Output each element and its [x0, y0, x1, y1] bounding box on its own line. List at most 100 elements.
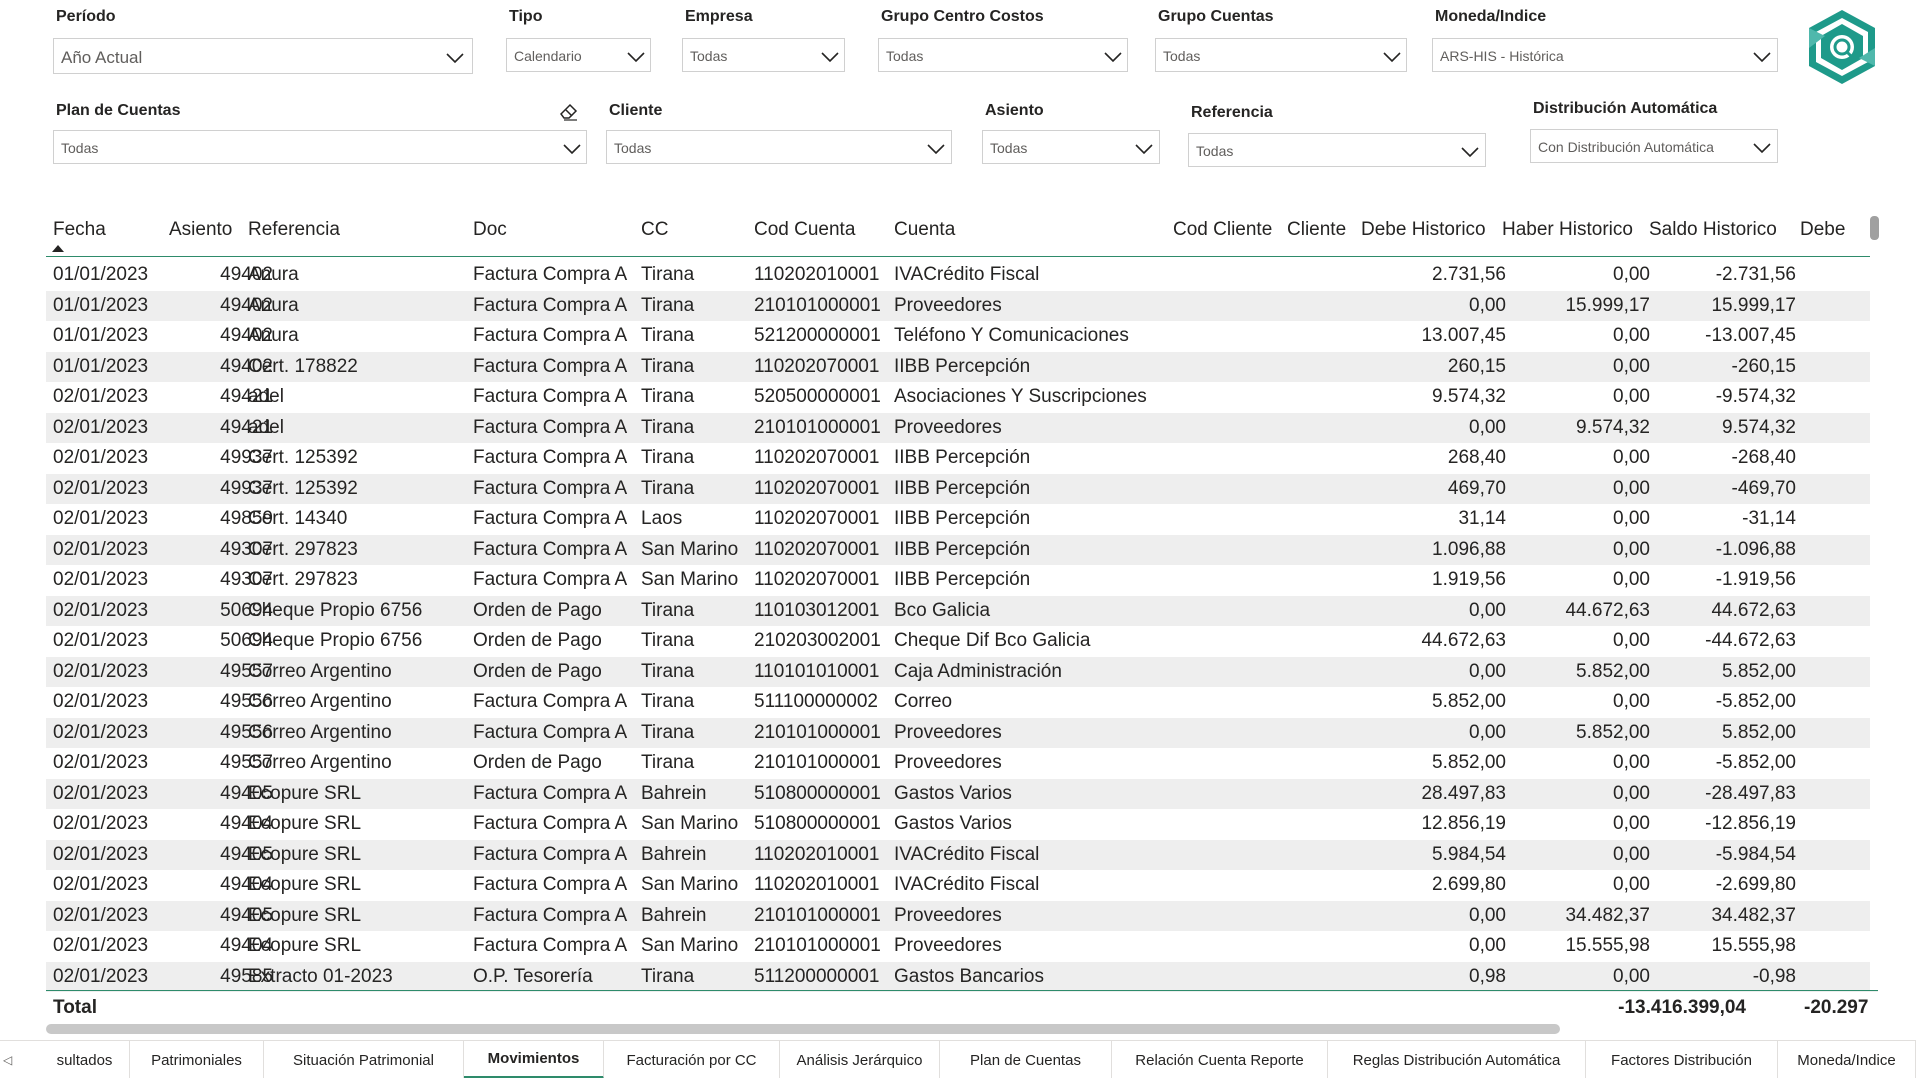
- table-row[interactable]: 01/01/2023 49402 Anura Factura Compra A Tira…: [46, 260, 1878, 291]
- cell-cc: San Marino: [641, 569, 739, 590]
- table-row[interactable]: 02/01/2023 50694 Cheque Propio 6756 Orden d…: [46, 626, 1878, 657]
- header-cod-cuenta[interactable]: Cod Cuenta: [754, 219, 855, 241]
- asiento-dropdown[interactable]: Todas: [982, 130, 1160, 164]
- page-tab[interactable]: Patrimoniales: [130, 1041, 264, 1078]
- table-row[interactable]: 01/01/2023 49402 Anura Factura Compra A Tira…: [46, 290, 1878, 321]
- cell-cod-cuenta: 210203002001: [754, 630, 881, 651]
- page-tab[interactable]: Reglas Distribución Automática: [1328, 1041, 1586, 1078]
- page-tab[interactable]: Plan de Cuentas: [940, 1041, 1112, 1078]
- table-row[interactable]: 02/01/2023 49405 Ecopure SRL Factura Compra…: [46, 900, 1878, 931]
- table-row[interactable]: 01/01/2023 49402 Cert. 178822 Factura Compr…: [46, 351, 1878, 382]
- chevron-down-icon: [927, 143, 945, 155]
- cell-haber-historico: 0,00: [1613, 752, 1650, 773]
- page-tab[interactable]: Movimientos: [464, 1041, 604, 1078]
- cell-saldo-historico: -2.699,80: [1715, 874, 1796, 895]
- table-row[interactable]: 02/01/2023 49557 Correo Argentino Orden de …: [46, 656, 1878, 687]
- cell-debe-historico: 0,00: [1469, 935, 1506, 956]
- empresa-dropdown[interactable]: Todas: [682, 38, 845, 72]
- tab-scroll-left-icon[interactable]: ◁: [3, 1053, 12, 1067]
- cell-cuenta: Gastos Varios: [894, 813, 1012, 834]
- distribucion-automatica-dropdown[interactable]: Con Distribución Automática: [1530, 129, 1778, 163]
- referencia-dropdown[interactable]: Todas: [1188, 133, 1486, 167]
- cell-cc: Tirana: [641, 325, 695, 346]
- periodo-dropdown[interactable]: Año Actual: [53, 38, 473, 74]
- cell-cod-cuenta: 110103012001: [754, 599, 880, 621]
- total-saldo-historico: -13.416.399,04: [1618, 997, 1746, 1018]
- header-haber-historico[interactable]: Haber Historico: [1502, 219, 1633, 241]
- chevron-down-icon: [563, 143, 581, 155]
- cell-haber-historico: 0,00: [1613, 874, 1650, 895]
- cell-haber-historico: 0,00: [1613, 691, 1650, 712]
- header-fecha[interactable]: Fecha: [53, 219, 106, 241]
- page-tab[interactable]: Factores Distribución: [1586, 1041, 1778, 1078]
- cell-referencia: Cert. 14340: [248, 508, 348, 529]
- cell-fecha: 02/01/2023: [53, 935, 149, 956]
- cell-doc: Factura Compra A: [473, 935, 628, 956]
- page-tab[interactable]: Moneda/Indice: [1778, 1041, 1916, 1078]
- cell-referencia: adel: [248, 416, 284, 438]
- table-row[interactable]: 02/01/2023 49937 Cert. 125392 Factura Compr…: [46, 473, 1878, 504]
- header-doc[interactable]: Doc: [473, 219, 507, 241]
- table-row[interactable]: 02/01/2023 49859 Cert. 14340 Factura Compra…: [46, 504, 1878, 535]
- table-row[interactable]: 02/01/2023 49557 Correo Argentino Orden de …: [46, 748, 1878, 779]
- table-row[interactable]: 02/01/2023 49585 Extracto 01-2023 O.P. Teso…: [46, 961, 1878, 992]
- cell-cc: Tirana: [641, 660, 695, 682]
- horizontal-scrollbar[interactable]: [46, 1024, 1560, 1034]
- header-referencia[interactable]: Referencia: [248, 219, 340, 241]
- table-row[interactable]: 02/01/2023 49405 Ecopure SRL Factura Compra…: [46, 839, 1878, 870]
- cell-referencia: Cert. 125392: [248, 477, 358, 499]
- plan-de-cuentas-dropdown[interactable]: Todas: [53, 130, 587, 164]
- grupo-centro-costos-dropdown[interactable]: Todas: [878, 38, 1128, 72]
- grupo-cuentas-dropdown[interactable]: Todas: [1155, 38, 1407, 72]
- cell-cod-cuenta: 110202010001: [754, 843, 880, 865]
- cliente-dropdown[interactable]: Todas: [606, 130, 952, 164]
- cell-doc: Factura Compra A: [473, 721, 628, 743]
- table-row[interactable]: 02/01/2023 49421 adel Factura Compra A Tiran…: [46, 382, 1878, 413]
- cell-referencia: Ecopure SRL: [248, 904, 362, 926]
- cell-doc: Factura Compra A: [473, 508, 628, 529]
- page-tab[interactable]: sultados: [40, 1041, 130, 1078]
- cell-doc: O.P. Tesorería: [473, 965, 593, 987]
- cell-referencia: Ecopure SRL: [248, 935, 362, 956]
- table-row[interactable]: 02/01/2023 49404 Ecopure SRL Factura Compra…: [46, 870, 1878, 901]
- header-cliente[interactable]: Cliente: [1287, 219, 1346, 241]
- cell-cod-cuenta: 210101000001: [754, 935, 881, 956]
- moneda-indice-dropdown[interactable]: ARS-HIS - Histórica: [1432, 38, 1778, 72]
- table-row[interactable]: 02/01/2023 49421 adel Factura Compra A Tiran…: [46, 412, 1878, 443]
- header-debe-historico[interactable]: Debe Historico: [1361, 219, 1486, 241]
- table-row[interactable]: 02/01/2023 49556 Correo Argentino Factura C…: [46, 687, 1878, 718]
- header-debe[interactable]: Debe: [1800, 219, 1845, 241]
- page-tab[interactable]: Análisis Jerárquico: [780, 1041, 940, 1078]
- cell-debe-historico: 260,15: [1447, 355, 1506, 377]
- filter-label: Asiento: [985, 102, 1044, 119]
- cell-fecha: 01/01/2023: [53, 325, 149, 346]
- header-cod-cliente[interactable]: Cod Cliente: [1173, 219, 1272, 241]
- cell-doc: Factura Compra A: [473, 843, 628, 865]
- page-tab[interactable]: Situación Patrimonial: [264, 1041, 464, 1078]
- tipo-dropdown[interactable]: Calendario: [506, 38, 651, 72]
- header-saldo-historico[interactable]: Saldo Historico: [1649, 219, 1777, 241]
- page-tab[interactable]: Relación Cuenta Reporte: [1112, 1041, 1328, 1078]
- cell-fecha: 02/01/2023: [53, 660, 149, 682]
- chevron-down-icon: [1753, 142, 1771, 154]
- table-row[interactable]: 02/01/2023 49556 Correo Argentino Factura C…: [46, 717, 1878, 748]
- cell-doc: Factura Compra A: [473, 813, 628, 834]
- cell-haber-historico: 5.852,00: [1576, 721, 1650, 743]
- table-row[interactable]: 02/01/2023 49307 Cert. 297823 Factura Compr…: [46, 534, 1878, 565]
- table-row[interactable]: 02/01/2023 49307 Cert. 297823 Factura Compr…: [46, 565, 1878, 596]
- table-row[interactable]: 01/01/2023 49402 Anura Factura Compra A Tira…: [46, 321, 1878, 352]
- table-row[interactable]: 02/01/2023 49404 Ecopure SRL Factura Compra…: [46, 809, 1878, 840]
- cell-fecha: 02/01/2023: [53, 386, 149, 407]
- table-row[interactable]: 02/01/2023 50694 Cheque Propio 6756 Orden d…: [46, 595, 1878, 626]
- table-row[interactable]: 02/01/2023 49404 Ecopure SRL Factura Compra…: [46, 931, 1878, 962]
- header-asiento[interactable]: Asiento: [169, 219, 232, 241]
- header-cuenta[interactable]: Cuenta: [894, 219, 955, 241]
- table-row[interactable]: 02/01/2023 49405 Ecopure SRL Factura Compra…: [46, 778, 1878, 809]
- page-tab[interactable]: Facturación por CC: [604, 1041, 780, 1078]
- table-row[interactable]: 02/01/2023 49937 Cert. 125392 Factura Compr…: [46, 443, 1878, 474]
- cell-cuenta: Proveedores: [894, 935, 1002, 956]
- header-cc[interactable]: CC: [641, 219, 668, 241]
- vertical-scrollbar[interactable]: [1870, 216, 1879, 240]
- eraser-icon[interactable]: [558, 100, 580, 122]
- chevron-down-icon: [821, 51, 839, 63]
